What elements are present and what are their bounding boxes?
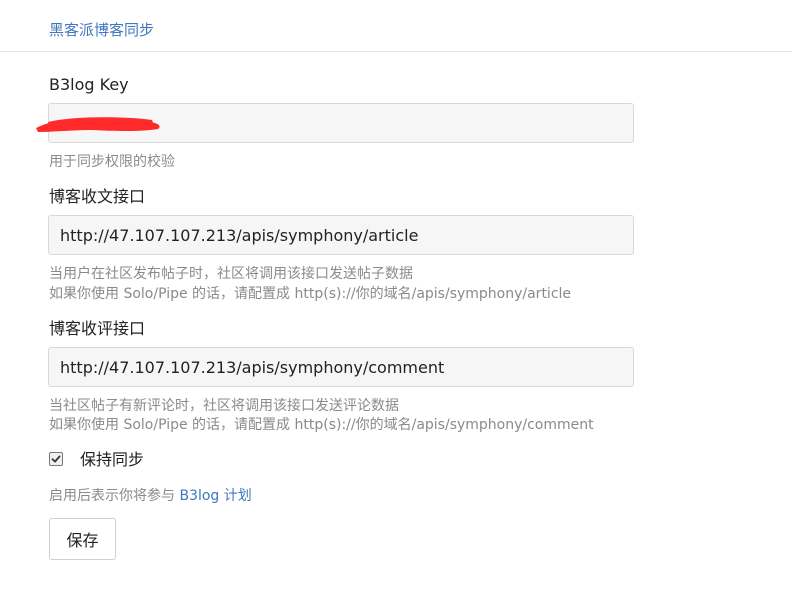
page-header: 黑客派博客同步 (0, 0, 792, 52)
comment-endpoint-hint-1: 当社区帖子有新评论时，社区将调用该接口发送评论数据 (49, 398, 399, 414)
b3log-key-label: B3log Key (49, 75, 129, 94)
keep-sync-label: 保持同步 (80, 450, 145, 469)
comment-endpoint-hint-2: 如果你使用 Solo/Pipe 的话，请配置成 http(s)://你的域名/a… (49, 417, 594, 433)
join-plan-hint: 启用后表示你将参与 B3log 计划 (49, 486, 252, 506)
comment-endpoint-input[interactable] (48, 347, 634, 387)
article-endpoint-label: 博客收文接口 (49, 187, 146, 206)
join-plan-hint-text: 启用后表示你将参与 (49, 488, 180, 504)
redaction-mark (36, 117, 160, 132)
b3log-key-hint: 用于同步权限的校验 (49, 154, 175, 170)
b3log-plan-link[interactable]: B3log 计划 (179, 488, 251, 504)
hacpai-sync-link[interactable]: 黑客派博客同步 (49, 20, 154, 40)
article-endpoint-input[interactable] (48, 215, 634, 255)
settings-page: 黑客派博客同步 B3log Key 用于同步权限的校验 博客收文接口 当用户在社… (0, 0, 792, 598)
article-endpoint-hint-1: 当用户在社区发布帖子时，社区将调用该接口发送帖子数据 (49, 266, 413, 282)
save-button[interactable]: 保存 (49, 518, 116, 560)
article-endpoint-hint-2: 如果你使用 Solo/Pipe 的话，请配置成 http(s)://你的域名/a… (49, 286, 572, 302)
comment-endpoint-label: 博客收评接口 (49, 319, 146, 338)
keep-sync-checkbox[interactable] (49, 452, 63, 466)
check-icon (51, 455, 61, 463)
